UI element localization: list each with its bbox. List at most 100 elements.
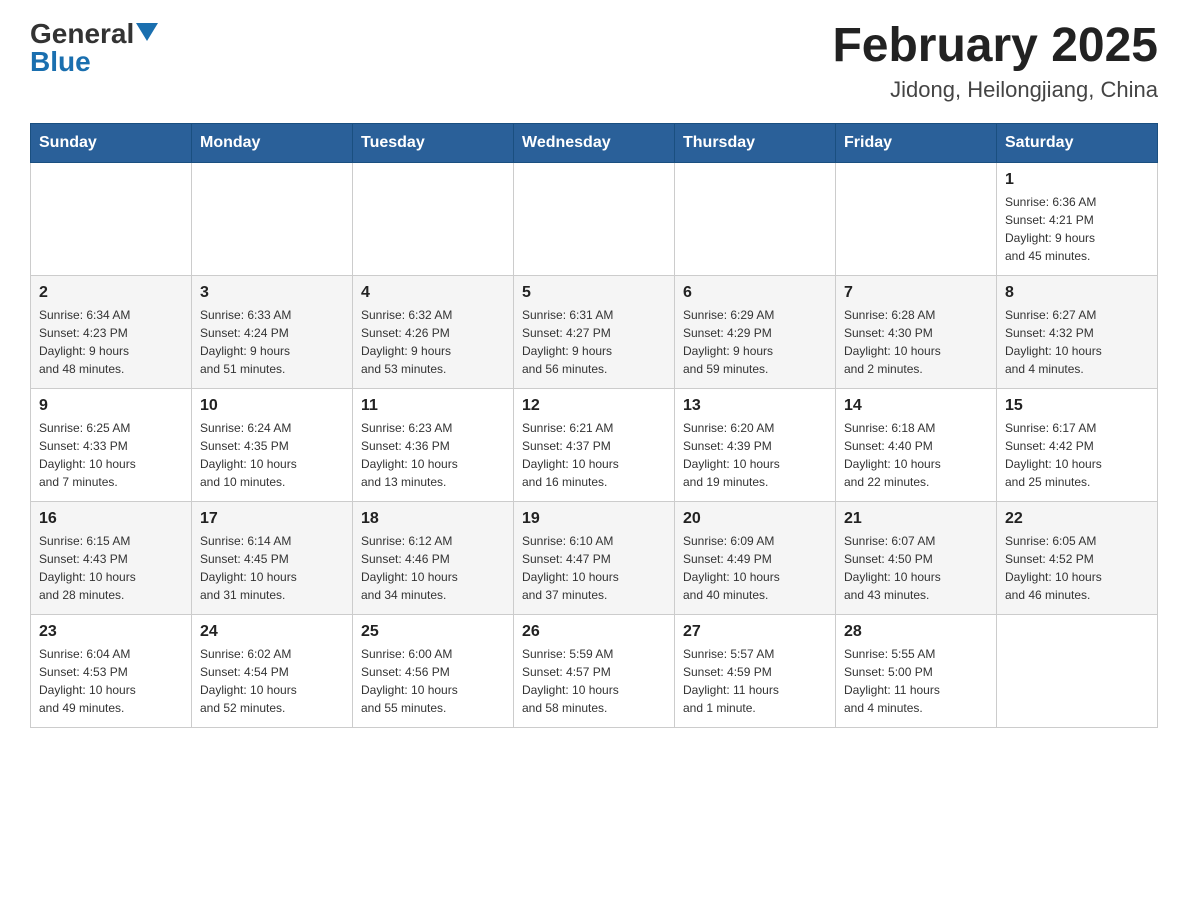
calendar-week-1: 1 Sunrise: 6:36 AMSunset: 4:21 PMDaylight… (31, 162, 1158, 275)
day-number: 4 (361, 284, 505, 302)
calendar-cell: 6 Sunrise: 6:29 AMSunset: 4:29 PMDaylight… (675, 275, 836, 388)
day-info: Sunrise: 6:17 AMSunset: 4:42 PMDaylight:… (1005, 419, 1149, 491)
day-number: 15 (1005, 397, 1149, 415)
page-header: General Blue February 2025 Jidong, Heilo… (30, 20, 1158, 103)
weekday-header-tuesday: Tuesday (353, 123, 514, 162)
weekday-header-thursday: Thursday (675, 123, 836, 162)
calendar-header-row: SundayMondayTuesdayWednesdayThursdayFrid… (31, 123, 1158, 162)
calendar-cell: 24 Sunrise: 6:02 AMSunset: 4:54 PMDayligh… (192, 614, 353, 727)
day-info: Sunrise: 6:04 AMSunset: 4:53 PMDaylight:… (39, 645, 183, 717)
calendar-cell: 23Sunrise: 6:04 AMSunset: 4:53 PMDayligh… (31, 614, 192, 727)
calendar-cell: 16 Sunrise: 6:15 AMSunset: 4:43 PMDayligh… (31, 501, 192, 614)
calendar-cell: 8Sunrise: 6:27 AMSunset: 4:32 PMDaylight… (997, 275, 1158, 388)
day-number: 25 (361, 623, 505, 641)
calendar-cell: 21Sunrise: 6:07 AMSunset: 4:50 PMDayligh… (836, 501, 997, 614)
calendar-cell (514, 162, 675, 275)
calendar-cell: 17 Sunrise: 6:14 AMSunset: 4:45 PMDayligh… (192, 501, 353, 614)
day-number: 1 (1005, 171, 1149, 189)
calendar-cell (675, 162, 836, 275)
day-info: Sunrise: 6:29 AMSunset: 4:29 PMDaylight:… (683, 306, 827, 378)
day-info: Sunrise: 6:20 AMSunset: 4:39 PMDaylight:… (683, 419, 827, 491)
day-info: Sunrise: 6:33 AMSunset: 4:24 PMDaylight:… (200, 306, 344, 378)
day-info: Sunrise: 6:34 AMSunset: 4:23 PMDaylight:… (39, 306, 183, 378)
day-info: Sunrise: 6:00 AMSunset: 4:56 PMDaylight:… (361, 645, 505, 717)
day-number: 24 (200, 623, 344, 641)
calendar-cell: 28 Sunrise: 5:55 AMSunset: 5:00 PMDayligh… (836, 614, 997, 727)
day-info: Sunrise: 6:31 AMSunset: 4:27 PMDaylight:… (522, 306, 666, 378)
calendar-cell (997, 614, 1158, 727)
day-number: 9 (39, 397, 183, 415)
location-subtitle: Jidong, Heilongjiang, China (832, 77, 1158, 103)
weekday-header-monday: Monday (192, 123, 353, 162)
day-info: Sunrise: 6:09 AMSunset: 4:49 PMDaylight:… (683, 532, 827, 604)
calendar-cell: 1 Sunrise: 6:36 AMSunset: 4:21 PMDaylight… (997, 162, 1158, 275)
day-info: Sunrise: 6:02 AMSunset: 4:54 PMDaylight:… (200, 645, 344, 717)
calendar-cell (31, 162, 192, 275)
calendar-cell: 26Sunrise: 5:59 AMSunset: 4:57 PMDayligh… (514, 614, 675, 727)
calendar-cell (192, 162, 353, 275)
calendar-cell: 11 Sunrise: 6:23 AMSunset: 4:36 PMDayligh… (353, 388, 514, 501)
day-info: Sunrise: 6:25 AMSunset: 4:33 PMDaylight:… (39, 419, 183, 491)
logo-general-text: General (30, 20, 134, 48)
day-number: 11 (361, 397, 505, 415)
day-number: 7 (844, 284, 988, 302)
day-info: Sunrise: 6:28 AMSunset: 4:30 PMDaylight:… (844, 306, 988, 378)
day-info: Sunrise: 6:12 AMSunset: 4:46 PMDaylight:… (361, 532, 505, 604)
logo: General Blue (30, 20, 158, 76)
weekday-header-wednesday: Wednesday (514, 123, 675, 162)
calendar-cell: 27Sunrise: 5:57 AMSunset: 4:59 PMDayligh… (675, 614, 836, 727)
day-number: 16 (39, 510, 183, 528)
calendar-week-2: 2 Sunrise: 6:34 AMSunset: 4:23 PMDaylight… (31, 275, 1158, 388)
day-number: 14 (844, 397, 988, 415)
calendar-cell: 22Sunrise: 6:05 AMSunset: 4:52 PMDayligh… (997, 501, 1158, 614)
day-number: 17 (200, 510, 344, 528)
day-number: 19 (522, 510, 666, 528)
month-year-title: February 2025 (832, 20, 1158, 73)
calendar-cell: 12 Sunrise: 6:21 AMSunset: 4:37 PMDayligh… (514, 388, 675, 501)
day-number: 28 (844, 623, 988, 641)
day-info: Sunrise: 6:18 AMSunset: 4:40 PMDaylight:… (844, 419, 988, 491)
day-info: Sunrise: 5:55 AMSunset: 5:00 PMDaylight:… (844, 645, 988, 717)
title-section: February 2025 Jidong, Heilongjiang, Chin… (832, 20, 1158, 103)
day-info: Sunrise: 6:07 AMSunset: 4:50 PMDaylight:… (844, 532, 988, 604)
day-info: Sunrise: 6:32 AMSunset: 4:26 PMDaylight:… (361, 306, 505, 378)
calendar-cell: 25 Sunrise: 6:00 AMSunset: 4:56 PMDayligh… (353, 614, 514, 727)
day-info: Sunrise: 6:21 AMSunset: 4:37 PMDaylight:… (522, 419, 666, 491)
day-number: 6 (683, 284, 827, 302)
calendar-cell: 14 Sunrise: 6:18 AMSunset: 4:40 PMDayligh… (836, 388, 997, 501)
day-info: Sunrise: 6:27 AMSunset: 4:32 PMDaylight:… (1005, 306, 1149, 378)
calendar-cell: 2 Sunrise: 6:34 AMSunset: 4:23 PMDaylight… (31, 275, 192, 388)
calendar-table: SundayMondayTuesdayWednesdayThursdayFrid… (30, 123, 1158, 728)
day-info: Sunrise: 5:57 AMSunset: 4:59 PMDaylight:… (683, 645, 827, 717)
calendar-cell: 9 Sunrise: 6:25 AMSunset: 4:33 PMDaylight… (31, 388, 192, 501)
calendar-week-3: 9 Sunrise: 6:25 AMSunset: 4:33 PMDaylight… (31, 388, 1158, 501)
logo-blue-text: Blue (30, 46, 91, 77)
calendar-cell: 10Sunrise: 6:24 AMSunset: 4:35 PMDayligh… (192, 388, 353, 501)
day-number: 2 (39, 284, 183, 302)
day-number: 26 (522, 623, 666, 641)
day-number: 18 (361, 510, 505, 528)
day-info: Sunrise: 6:10 AMSunset: 4:47 PMDaylight:… (522, 532, 666, 604)
calendar-cell: 20 Sunrise: 6:09 AMSunset: 4:49 PMDayligh… (675, 501, 836, 614)
weekday-header-saturday: Saturday (997, 123, 1158, 162)
calendar-cell: 13 Sunrise: 6:20 AMSunset: 4:39 PMDayligh… (675, 388, 836, 501)
day-info: Sunrise: 6:05 AMSunset: 4:52 PMDaylight:… (1005, 532, 1149, 604)
day-info: Sunrise: 6:14 AMSunset: 4:45 PMDaylight:… (200, 532, 344, 604)
calendar-cell (353, 162, 514, 275)
calendar-cell: 15 Sunrise: 6:17 AMSunset: 4:42 PMDayligh… (997, 388, 1158, 501)
calendar-week-5: 23Sunrise: 6:04 AMSunset: 4:53 PMDayligh… (31, 614, 1158, 727)
day-info: Sunrise: 6:36 AMSunset: 4:21 PMDaylight:… (1005, 193, 1149, 265)
calendar-cell: 5Sunrise: 6:31 AMSunset: 4:27 PMDaylight… (514, 275, 675, 388)
day-number: 20 (683, 510, 827, 528)
day-number: 13 (683, 397, 827, 415)
day-number: 3 (200, 284, 344, 302)
logo-triangle-icon (136, 23, 158, 46)
day-info: Sunrise: 6:15 AMSunset: 4:43 PMDaylight:… (39, 532, 183, 604)
calendar-cell: 19 Sunrise: 6:10 AMSunset: 4:47 PMDayligh… (514, 501, 675, 614)
calendar-week-4: 16 Sunrise: 6:15 AMSunset: 4:43 PMDayligh… (31, 501, 1158, 614)
calendar-cell: 4 Sunrise: 6:32 AMSunset: 4:26 PMDaylight… (353, 275, 514, 388)
calendar-cell: 7 Sunrise: 6:28 AMSunset: 4:30 PMDaylight… (836, 275, 997, 388)
day-info: Sunrise: 6:23 AMSunset: 4:36 PMDaylight:… (361, 419, 505, 491)
calendar-cell: 3 Sunrise: 6:33 AMSunset: 4:24 PMDaylight… (192, 275, 353, 388)
day-number: 12 (522, 397, 666, 415)
